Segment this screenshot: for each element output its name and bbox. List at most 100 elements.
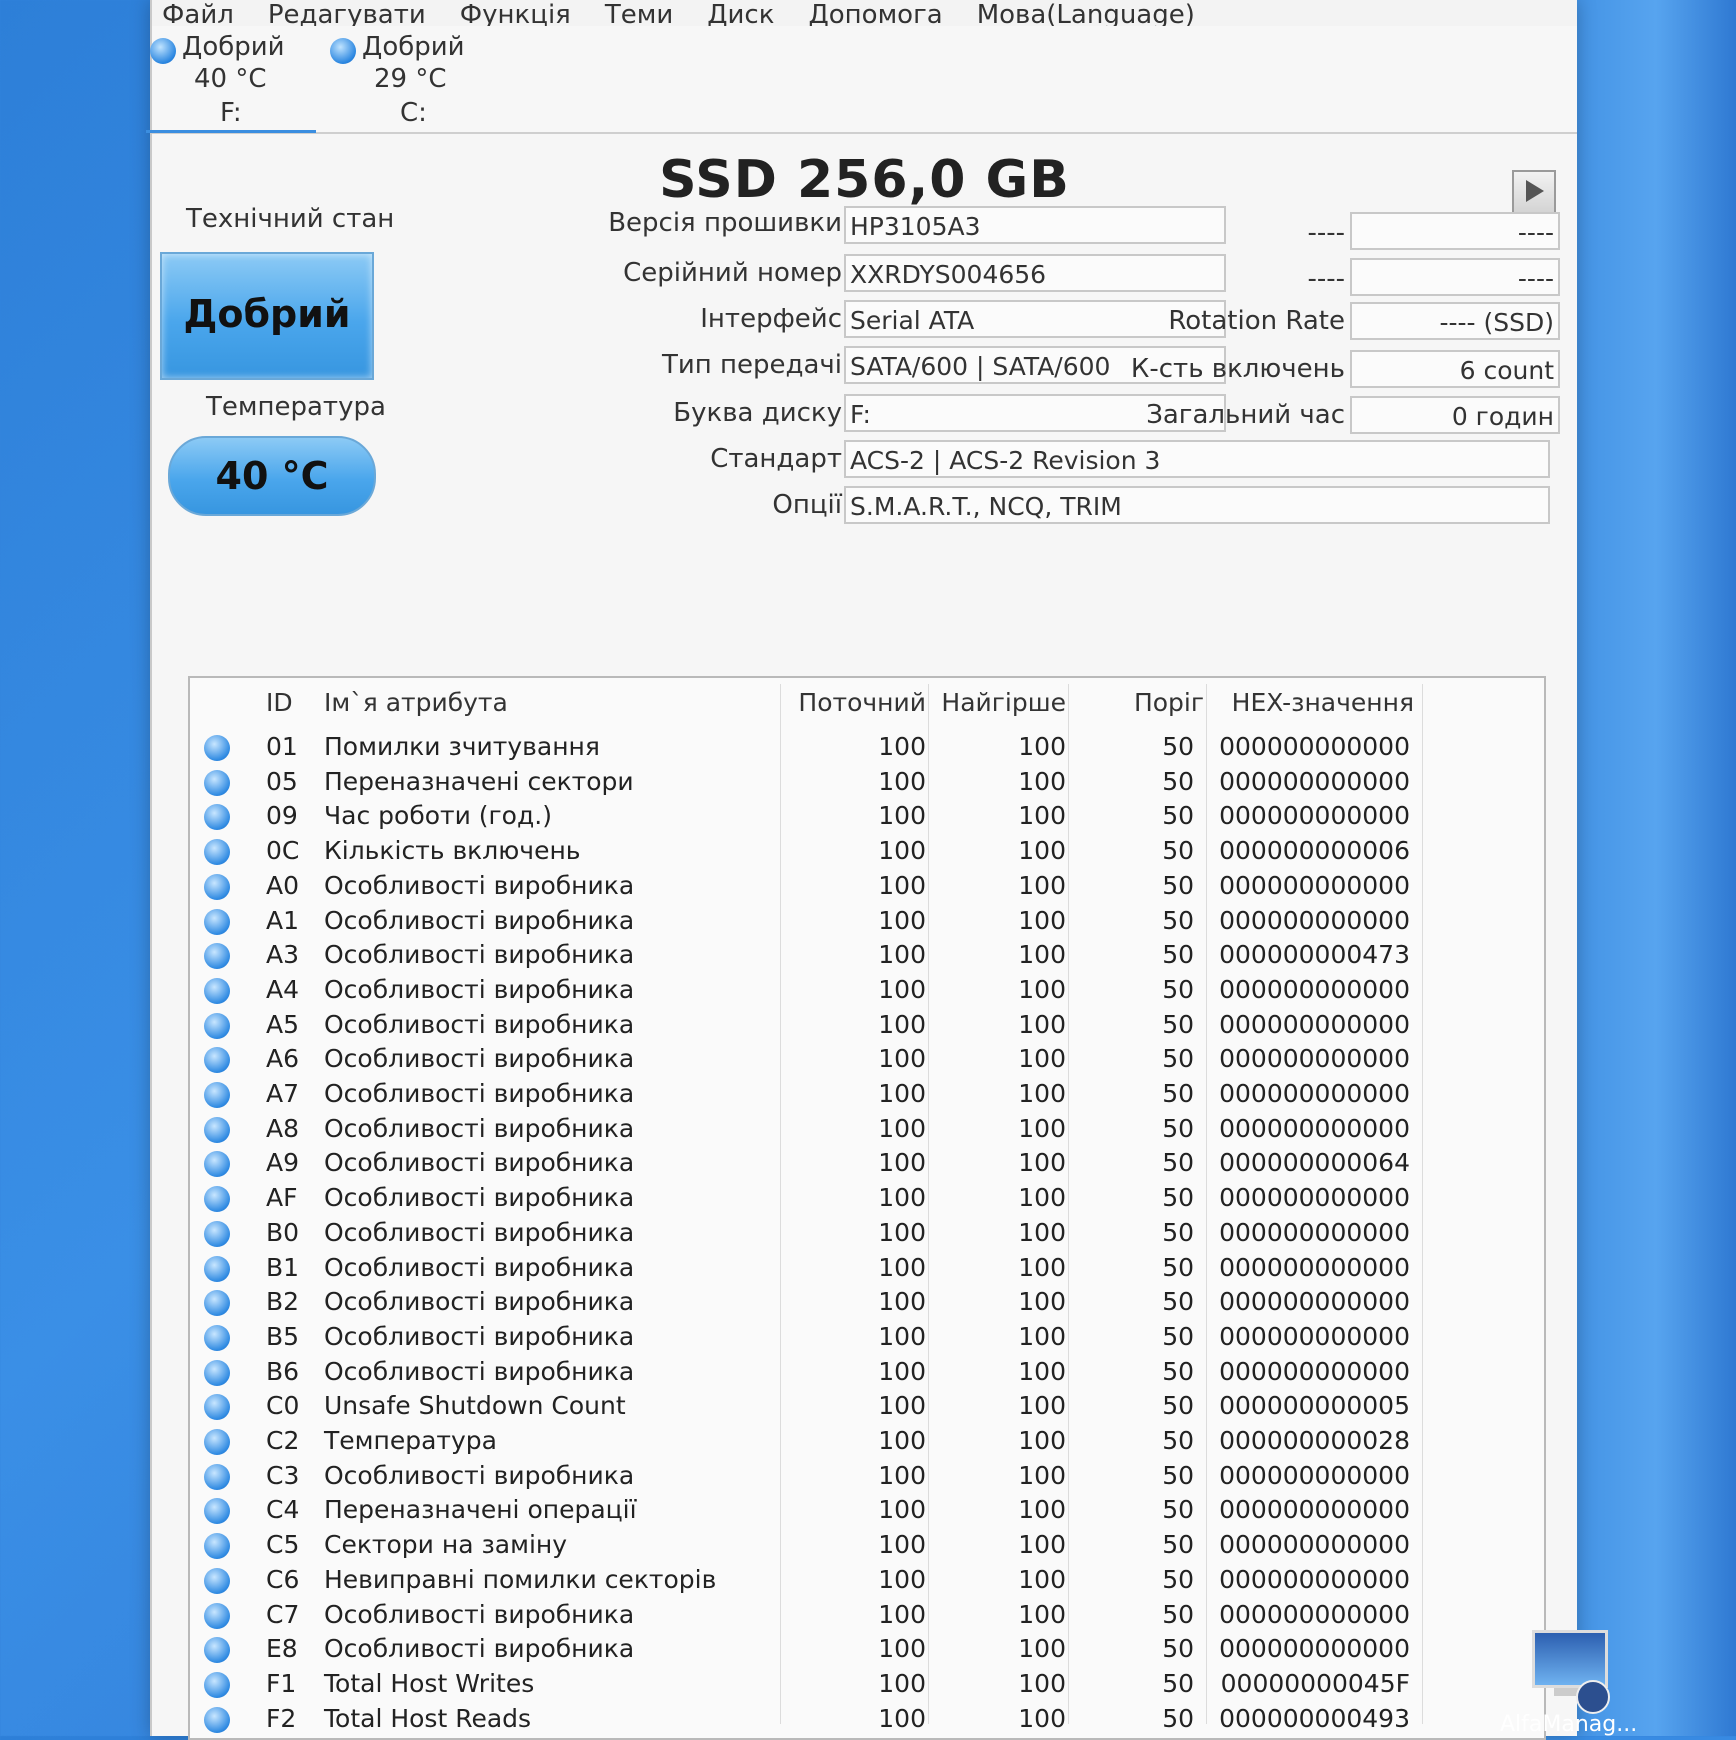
table-row[interactable]: A3 Особливості виробника 100 100 50 000000000… (190, 938, 1544, 972)
attr-worst: 100 (1018, 1634, 1066, 1664)
attr-id: 01 (266, 732, 298, 761)
menu-edit[interactable]: Редагувати (268, 0, 426, 26)
table-row[interactable]: A7 Особливості виробника 100 100 50 000000000… (190, 1077, 1544, 1111)
attr-id: A6 (266, 1044, 300, 1074)
attr-worst: 100 (1018, 801, 1066, 831)
drive-button-c[interactable]: Добрий 29 °C C: (326, 30, 496, 130)
attr-id: C3 (266, 1460, 300, 1490)
attr-id: F2 (266, 1703, 297, 1733)
table-row[interactable]: A6 Особливості виробника 100 100 50 000000000… (190, 1042, 1544, 1076)
col-raw-header[interactable]: HEX-значення (1214, 688, 1414, 717)
attr-name: Total Host Reads (324, 1703, 532, 1733)
menu-disk[interactable]: Диск (707, 0, 774, 26)
extra1-field: ---- (1350, 212, 1560, 250)
attr-threshold: 50 (1162, 1460, 1194, 1490)
col-worst-header[interactable]: Найгірше (930, 688, 1066, 717)
attr-threshold: 50 (1162, 1321, 1194, 1351)
attr-threshold: 50 (1162, 1599, 1194, 1629)
attr-name: Особливості виробника (324, 1183, 635, 1213)
attr-id: C5 (266, 1530, 300, 1560)
table-row[interactable]: 01 Помилки зчитування 100 100 50 000000000000 (190, 730, 1544, 764)
col-name-header[interactable]: Ім`я атрибута (324, 688, 508, 717)
table-row[interactable]: C5 Сектори на заміну 100 100 50 000000000000 (190, 1528, 1544, 1562)
col-current-header[interactable]: Поточний (790, 688, 926, 717)
attr-raw: 000000000000 (1219, 1113, 1410, 1143)
table-row[interactable]: B1 Особливості виробника 100 100 50 000000000… (190, 1251, 1544, 1285)
status-dot-icon (204, 1671, 230, 1698)
attr-current: 100 (878, 1252, 926, 1282)
table-header: ID Ім`я атрибута Поточний Найгірше Поріг… (190, 678, 1544, 728)
attr-current: 100 (878, 1426, 926, 1455)
table-row[interactable]: A9 Особливості виробника 100 100 50 000000000… (190, 1146, 1544, 1180)
table-row[interactable]: B2 Особливості виробника 100 100 50 000000000… (190, 1285, 1544, 1319)
table-row[interactable]: A1 Особливості виробника 100 100 50 000000000… (190, 904, 1544, 938)
firmware-label: Версія прошивки (608, 208, 842, 238)
table-row[interactable]: E8 Особливості виробника 100 100 50 000000000… (190, 1632, 1544, 1666)
extra2-label: ---- (1307, 264, 1345, 294)
table-row[interactable]: C7 Особливості виробника 100 100 50 000000000… (190, 1598, 1544, 1632)
attr-current: 100 (878, 870, 926, 900)
menu-file[interactable]: Файл (162, 0, 234, 26)
attr-raw: 000000000000 (1219, 1252, 1410, 1282)
table-row[interactable]: A8 Особливості виробника 100 100 50 000000000… (190, 1112, 1544, 1146)
options-field: S.M.A.R.T., NCQ, TRIM (844, 486, 1550, 524)
health-status-button[interactable]: Добрий (160, 252, 374, 380)
standard-field: ACS-2 | ACS-2 Revision 3 (844, 440, 1550, 478)
status-dot-icon (204, 1151, 230, 1178)
attr-worst: 100 (1018, 1252, 1066, 1282)
attr-id: AF (266, 1183, 298, 1213)
status-dot-icon (204, 1706, 230, 1733)
alfamanager-shortcut[interactable] (1526, 1626, 1616, 1716)
table-row[interactable]: B5 Особливості виробника 100 100 50 000000000… (190, 1320, 1544, 1354)
next-disk-button[interactable] (1512, 170, 1556, 214)
col-id-header[interactable]: ID (266, 688, 293, 717)
attr-id: C7 (266, 1599, 300, 1629)
attr-current: 100 (878, 940, 926, 970)
table-row[interactable]: C0 Unsafe Shutdown Count 100 100 50 000000000… (190, 1389, 1544, 1423)
attr-worst: 100 (1018, 1079, 1066, 1108)
table-row[interactable]: C2 Температура 100 100 50 000000000028 (190, 1424, 1544, 1458)
table-row[interactable]: 0C Кількість включень 100 100 50 000000000006 (190, 834, 1544, 868)
attr-threshold: 50 (1162, 1148, 1194, 1178)
table-row[interactable]: AF Особливості виробника 100 100 50 000000000… (190, 1181, 1544, 1215)
attr-name: Температура (324, 1426, 497, 1455)
drive-button-f[interactable]: Добрий 40 °C F: (146, 30, 316, 133)
menu-function[interactable]: Функція (460, 0, 571, 26)
transfer-label: Тип передачі (661, 350, 842, 380)
table-row[interactable]: 09 Час роботи (год.) 100 100 50 000000000000 (190, 799, 1544, 833)
table-row[interactable]: B6 Особливості виробника 100 100 50 000000000… (190, 1355, 1544, 1389)
table-row[interactable]: A5 Особливості виробника 100 100 50 000000000… (190, 1008, 1544, 1042)
smart-attributes-table[interactable]: ID Ім`я атрибута Поточний Найгірше Поріг… (188, 676, 1546, 1740)
serial-label: Серійний номер (623, 258, 842, 288)
table-row[interactable]: F1 Total Host Writes 100 100 50 00000000045F (190, 1667, 1544, 1701)
attr-id: A9 (266, 1148, 300, 1178)
table-row[interactable]: F2 Total Host Reads 100 100 50 000000000493 (190, 1702, 1544, 1736)
attr-worst: 100 (1018, 1668, 1066, 1698)
status-dot-icon (204, 1602, 230, 1629)
attr-raw: 000000000000 (1219, 870, 1410, 900)
attr-current: 100 (878, 1009, 926, 1039)
menu-help[interactable]: Допомога (808, 0, 942, 26)
crystaldiskinfo-window: Файл Редагувати Функція Теми Диск Допомога Мов… (146, 0, 1577, 1740)
table-row[interactable]: A0 Особливості виробника 100 100 50 000000000… (190, 869, 1544, 903)
attr-worst: 100 (1018, 766, 1066, 796)
attr-worst: 100 (1018, 1426, 1066, 1455)
monitor-icon (1532, 1630, 1608, 1688)
table-row[interactable]: A4 Особливості виробника 100 100 50 000000000… (190, 973, 1544, 1007)
col-threshold-header[interactable]: Поріг (1070, 688, 1204, 717)
attr-name: Сектори на заміну (324, 1530, 568, 1560)
attr-current: 100 (878, 905, 926, 935)
table-row[interactable]: C6 Невиправні помилки секторів 100 100 50 000… (190, 1563, 1544, 1597)
menu-language[interactable]: Мова(Language) (977, 0, 1195, 26)
attr-name: Кількість включень (324, 836, 581, 866)
table-row[interactable]: B0 Особливості виробника 100 100 50 000000000… (190, 1216, 1544, 1250)
table-row[interactable]: C3 Особливості виробника 100 100 50 000000000… (190, 1459, 1544, 1493)
table-row[interactable]: C4 Переназначені операції 100 100 50 00000000… (190, 1493, 1544, 1527)
attr-current: 100 (878, 1599, 926, 1629)
table-row[interactable]: 05 Переназначені сектори 100 100 50 000000000… (190, 765, 1544, 799)
attr-worst: 100 (1018, 1044, 1066, 1074)
desktop-icon-label: AlfaManag... (1500, 1712, 1638, 1737)
attr-raw: 000000000000 (1219, 974, 1410, 1004)
attr-current: 100 (878, 1183, 926, 1213)
menu-themes[interactable]: Теми (605, 0, 673, 26)
